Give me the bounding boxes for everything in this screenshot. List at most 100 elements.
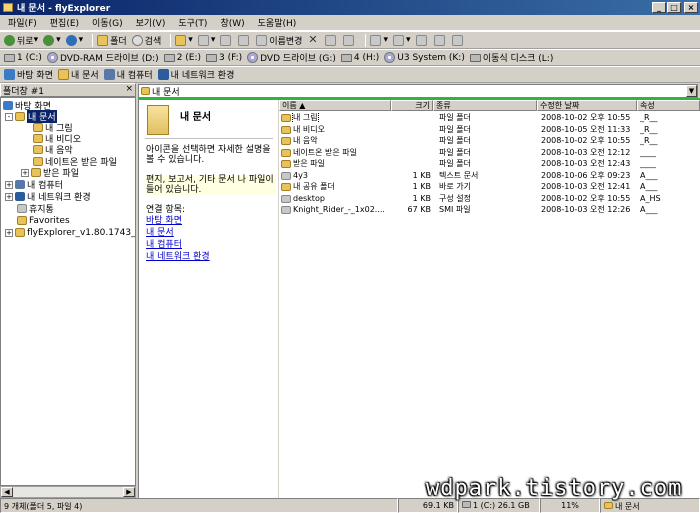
place-mydocs-button[interactable]: 내 문서 (57, 68, 99, 81)
tree-item-favorites[interactable]: Favorites (17, 215, 70, 226)
file-modified: 2008-10-02 오후 10:55 (541, 136, 631, 145)
cmd-button[interactable] (433, 34, 447, 46)
menu-view[interactable]: 보기(V) (136, 16, 166, 29)
file-size (391, 112, 431, 123)
menu-edit[interactable]: 편집(E) (50, 16, 79, 29)
rename-button[interactable]: 이름변경 (256, 34, 302, 47)
address-bar[interactable]: 내 문서 ▼ (138, 84, 698, 98)
rename-icon (256, 34, 268, 46)
folder-icon (33, 157, 43, 166)
minimize-button[interactable]: _ (652, 2, 666, 13)
back-button[interactable]: 뒤로 ▾ (4, 34, 38, 47)
delete-button[interactable]: ✕ (307, 34, 320, 46)
place-network-button[interactable]: 내 네트워크 환경 (157, 68, 234, 81)
computer-icon (15, 180, 25, 189)
scroll-right-icon[interactable]: ▶ (123, 487, 135, 497)
menu-go[interactable]: 이동(G) (92, 16, 123, 29)
file-type: 텍스트 문서 (439, 171, 479, 180)
drive-button[interactable]: 3 (F:) (206, 53, 242, 63)
options-button[interactable] (415, 34, 429, 46)
tree-item-recycle[interactable]: 휴지통 (17, 203, 54, 215)
views-button[interactable]: ▾ (370, 34, 388, 46)
forward-arrow-icon (43, 34, 55, 46)
file-size (391, 158, 431, 169)
network-icon (157, 69, 169, 80)
maximize-button[interactable]: □ (667, 2, 681, 13)
file-row[interactable]: 4y3 1 KB 텍스트 문서 2008-10-06 오후 09:23 A___ (279, 170, 700, 181)
folder-panel-header: 폴더창 #1 × (0, 83, 136, 97)
column-name[interactable]: 이름 ▲ (279, 100, 391, 111)
undo-button[interactable] (325, 34, 338, 46)
cut-button[interactable] (220, 34, 233, 46)
hard-drive-icon (4, 53, 15, 62)
address-value[interactable]: 내 문서 (152, 85, 180, 98)
drive-button[interactable]: 2 (E:) (163, 53, 201, 63)
up-arrow-icon (65, 34, 77, 46)
menu-tools[interactable]: 도구(T) (178, 16, 207, 29)
close-panel-button[interactable]: × (125, 84, 133, 94)
address-dropdown-icon[interactable]: ▼ (686, 85, 697, 97)
drive-button[interactable]: 1 (C:) (4, 53, 42, 63)
window-controls: _ □ × (652, 2, 698, 13)
tree-item-music[interactable]: 내 음악 (33, 144, 73, 156)
tree-item-received[interactable]: + 받은 파일 (21, 167, 79, 179)
drive-button[interactable]: U3 System (K:) (384, 52, 465, 63)
place-computer-button[interactable]: 내 컴퓨터 (103, 68, 153, 81)
recycle-bin-icon (17, 204, 27, 213)
tree-item-network[interactable]: + 내 네트워크 환경 (5, 191, 91, 203)
layout-button[interactable]: ▾ (393, 34, 411, 46)
menu-file[interactable]: 파일(F) (8, 16, 37, 29)
expand-icon[interactable]: + (5, 228, 13, 237)
drive-button[interactable]: DVD-RAM 드라이브 (D:) (46, 51, 159, 64)
tool-button[interactable] (451, 34, 465, 46)
link-network[interactable]: 내 네트워크 환경 (146, 249, 210, 262)
expand-icon[interactable]: + (5, 192, 13, 201)
scroll-left-icon[interactable]: ◀ (1, 487, 13, 497)
file-modified: 2008-10-03 오전 12:26 (541, 205, 631, 214)
file-row[interactable]: 받은 파일 파일 폴더 2008-10-03 오전 12:43 ____ (279, 158, 700, 169)
expand-icon[interactable]: + (5, 180, 13, 189)
properties-button[interactable] (343, 34, 356, 46)
close-button[interactable]: × (684, 2, 698, 13)
file-row[interactable]: 네이트온 받은 파일 파일 폴더 2008-10-03 오전 12:12 ___… (279, 147, 700, 158)
paste-icon (238, 34, 250, 46)
column-size[interactable]: 크기 (391, 100, 433, 111)
place-desktop-button[interactable]: 바탕 화면 (4, 68, 53, 81)
tree-item-flyexplorer[interactable]: + flyExplorer_v1.80.1743_port (5, 227, 135, 238)
expand-icon[interactable]: + (21, 168, 29, 177)
file-attr: _R__ (640, 113, 658, 122)
move-button[interactable]: ▾ (175, 34, 193, 46)
collapse-icon[interactable]: - (5, 112, 13, 121)
folders-button[interactable]: 폴더 (97, 34, 127, 47)
copy-button[interactable]: ▾ (197, 34, 215, 46)
tree-label: 휴지통 (29, 205, 54, 215)
drive-button[interactable]: DVD 드라이브 (G:) (247, 51, 336, 64)
documents-folder-icon (147, 105, 169, 135)
file-row[interactable]: 내 비디오 파일 폴더 2008-10-05 오전 11:33 _R__ (279, 124, 700, 135)
column-attr[interactable]: 속성 (637, 100, 700, 111)
drive-button[interactable]: 이동식 디스크 (L:) (469, 51, 553, 64)
column-type[interactable]: 종류 (433, 100, 537, 111)
forward-button[interactable]: ▾ (43, 34, 61, 46)
file-row[interactable]: 내 공유 폴더 1 KB 바로 가기 2008-10-03 오전 12:41 A… (279, 181, 700, 192)
drive-label: DVD-RAM 드라이브 (D:) (59, 54, 159, 64)
file-row[interactable]: desktop 1 KB 구성 설정 2008-10-02 오후 10:55 A… (279, 193, 700, 204)
file-row[interactable]: 내 음악 파일 폴더 2008-10-02 오후 10:55 _R__ (279, 135, 700, 146)
folders-label: 폴더 (110, 36, 127, 47)
options-icon (415, 34, 427, 46)
status-location-label: 내 문서 (615, 502, 640, 511)
file-modified: 2008-10-05 오전 11:33 (541, 125, 631, 134)
file-row[interactable]: 내 그림 파일 폴더 2008-10-02 오후 10:55 _R__ (279, 112, 700, 123)
file-size: 67 KB (407, 205, 431, 214)
tree-scrollbar[interactable]: ◀ ▶ (0, 486, 136, 498)
file-row[interactable]: Knight_Rider_-_1x02.... 67 KB SMI 파일 200… (279, 204, 700, 215)
tree-item-computer[interactable]: + 내 컴퓨터 (5, 179, 63, 191)
search-button[interactable]: 검색 (131, 34, 161, 47)
paste-button[interactable] (238, 34, 251, 46)
column-modified[interactable]: 수정한 날짜 (537, 100, 637, 111)
drive-button[interactable]: 4 (H:) (340, 53, 379, 63)
file-modified: 2008-10-03 오전 12:12 (541, 148, 631, 157)
up-button[interactable]: ▾ (65, 34, 83, 46)
menu-help[interactable]: 도움말(H) (258, 16, 297, 29)
menu-window[interactable]: 창(W) (220, 16, 244, 29)
